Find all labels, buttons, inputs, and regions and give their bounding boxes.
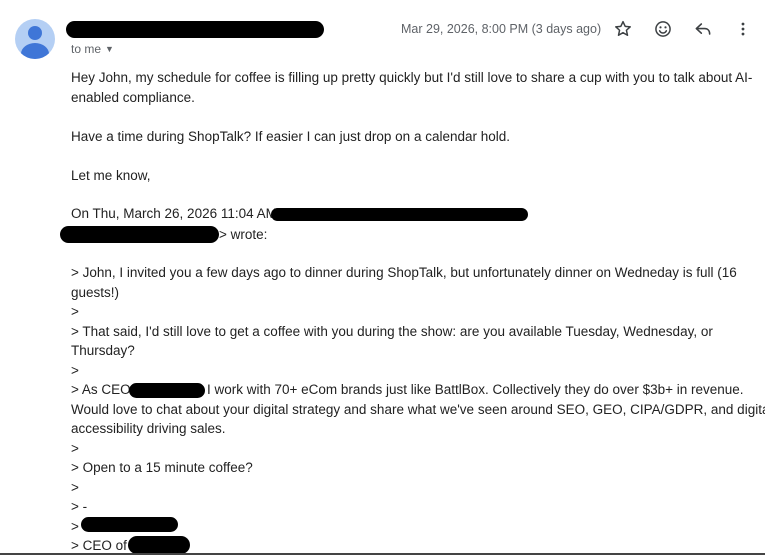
message-timestamp: Mar 29, 2026, 8:00 PM (3 days ago) — [401, 22, 602, 36]
quoted-line: > CEO of — [71, 538, 127, 553]
recipient-label: to me — [71, 42, 102, 56]
quoted-line: accessibility driving sales. — [71, 421, 226, 436]
quoted-line: > — [71, 519, 79, 534]
avatar-head-shape — [28, 26, 42, 40]
redacted-sender-name — [66, 21, 324, 38]
message-line: Have a time during ShopTalk? If easier I… — [71, 129, 511, 144]
avatar-body-shape — [21, 43, 49, 59]
star-icon[interactable] — [611, 17, 635, 41]
quoted-line: > John, I invited you a few days ago to … — [71, 265, 737, 280]
quoted-line: > — [71, 304, 79, 319]
bottom-edge-divider — [0, 553, 765, 555]
quoted-line: I work with 70+ eCom brands just like Ba… — [207, 382, 744, 397]
more-vert-icon[interactable] — [731, 17, 755, 41]
quoted-line: > — [71, 441, 79, 456]
quote-wrote-label: > wrote: — [219, 227, 268, 242]
quoted-line: Thursday? — [71, 343, 135, 358]
quoted-line: > As CEO — [71, 382, 131, 397]
message-line: Let me know, — [71, 168, 151, 183]
caret-down-icon[interactable]: ▼ — [105, 44, 114, 54]
sender-avatar[interactable] — [15, 19, 55, 59]
quoted-line: > - — [71, 499, 88, 514]
quoted-line: Would love to chat about your digital st… — [71, 402, 765, 417]
message-line: Hey John, my schedule for coffee is fill… — [71, 70, 753, 85]
redacted-email-address — [271, 208, 528, 221]
quote-attribution: On Thu, March 26, 2026 11:04 AM, — [71, 206, 281, 221]
quoted-line: > Open to a 15 minute coffee? — [71, 460, 253, 475]
quoted-line: > — [71, 363, 79, 378]
reply-icon[interactable] — [691, 17, 715, 41]
quoted-line: guests!) — [71, 285, 120, 300]
redacted-signature-name — [81, 517, 178, 532]
redacted-company-name — [128, 536, 190, 554]
redacted-sender-name — [60, 226, 219, 243]
recipient-row[interactable]: to me ▼ — [71, 42, 114, 56]
message-line: enabled compliance. — [71, 90, 195, 105]
quoted-line: > That said, I'd still love to get a cof… — [71, 324, 713, 339]
redacted-company-name — [129, 383, 205, 398]
emoji-icon[interactable] — [651, 17, 675, 41]
quoted-line: > — [71, 480, 79, 495]
